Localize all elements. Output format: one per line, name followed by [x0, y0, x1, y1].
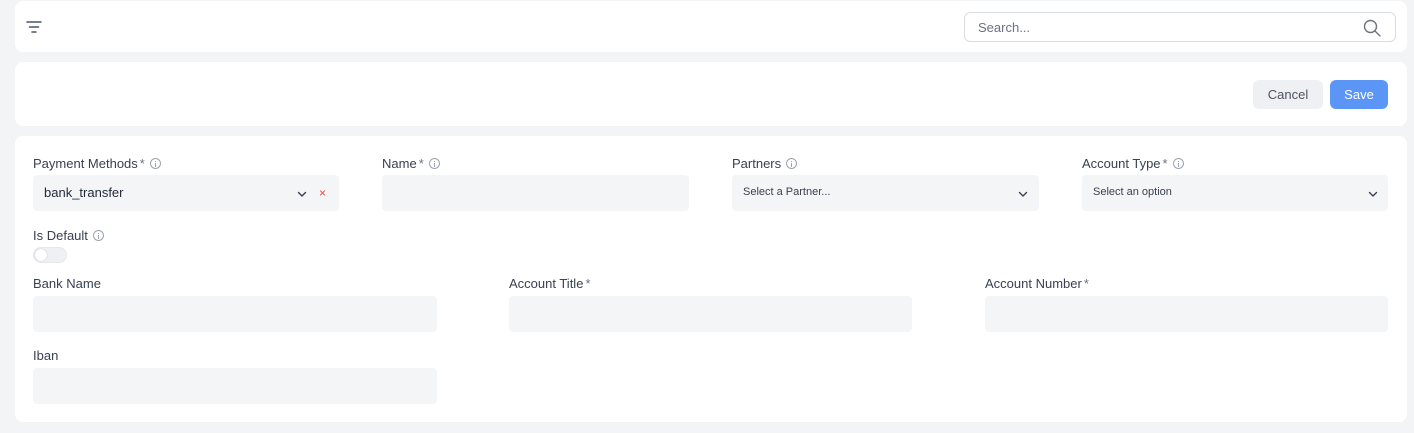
bank-name-input[interactable] — [33, 296, 437, 332]
search-input[interactable] — [978, 19, 1348, 35]
is-default-label: Is Default — [33, 227, 104, 243]
partners-placeholder: Select a Partner... — [743, 186, 831, 198]
payment-methods-value: bank_transfer — [44, 185, 124, 200]
account-type-placeholder: Select an option — [1093, 186, 1172, 198]
name-field — [382, 175, 689, 211]
iban-label-text: Iban — [33, 347, 59, 363]
iban-input[interactable] — [33, 368, 437, 404]
required-asterisk: * — [1162, 155, 1168, 171]
partners-select[interactable]: Select a Partner... — [732, 175, 1039, 211]
partners-label: Partners — [732, 155, 798, 171]
clear-icon[interactable]: × — [319, 186, 326, 200]
search-box — [964, 12, 1396, 42]
account-number-label-text: Account Number — [985, 275, 1082, 291]
name-label: Name * — [382, 155, 440, 171]
account-type-label-text: Account Type — [1082, 155, 1161, 171]
chevron-down-icon[interactable] — [1017, 187, 1029, 199]
info-icon — [428, 157, 440, 169]
account-title-input[interactable] — [509, 296, 912, 332]
toggle-knob — [35, 249, 47, 261]
info-icon — [786, 157, 798, 169]
partners-label-text: Partners — [732, 155, 782, 171]
bank-name-field — [33, 296, 437, 332]
payment-methods-label-text: Payment Methods — [33, 155, 138, 171]
top-toolbar — [15, 1, 1407, 52]
chevron-down-icon[interactable] — [296, 187, 308, 199]
required-asterisk: * — [418, 155, 424, 171]
action-bar: Cancel Save — [15, 62, 1407, 126]
chevron-down-icon[interactable] — [1367, 187, 1379, 199]
info-icon — [92, 229, 104, 241]
bank-name-label-text: Bank Name — [33, 275, 101, 291]
account-type-label: Account Type * — [1082, 155, 1184, 171]
account-title-field — [509, 296, 912, 332]
payment-method-form: Payment Methods * bank_transfer × Name *… — [15, 136, 1407, 422]
is-default-label-text: Is Default — [33, 227, 88, 243]
account-title-label: Account Title * — [509, 275, 591, 291]
account-number-input[interactable] — [985, 296, 1388, 332]
save-button[interactable]: Save — [1330, 80, 1388, 109]
payment-methods-select[interactable]: bank_transfer × — [33, 175, 339, 211]
info-icon — [1172, 157, 1184, 169]
cancel-button[interactable]: Cancel — [1253, 80, 1323, 109]
is-default-toggle[interactable] — [33, 247, 67, 263]
iban-label: Iban — [33, 347, 58, 363]
name-input[interactable] — [382, 175, 689, 211]
filter-icon[interactable] — [24, 17, 44, 37]
account-type-select[interactable]: Select an option — [1082, 175, 1388, 211]
info-icon — [149, 157, 161, 169]
iban-field — [33, 368, 437, 404]
account-number-label: Account Number * — [985, 275, 1089, 291]
bank-name-label: Bank Name — [33, 275, 101, 291]
payment-methods-label: Payment Methods * — [33, 155, 161, 171]
name-label-text: Name — [382, 155, 417, 171]
required-asterisk: * — [139, 155, 145, 171]
account-number-field — [985, 296, 1388, 332]
required-asterisk: * — [585, 275, 591, 291]
account-title-label-text: Account Title — [509, 275, 584, 291]
required-asterisk: * — [1083, 275, 1089, 291]
search-icon[interactable] — [1362, 18, 1382, 38]
